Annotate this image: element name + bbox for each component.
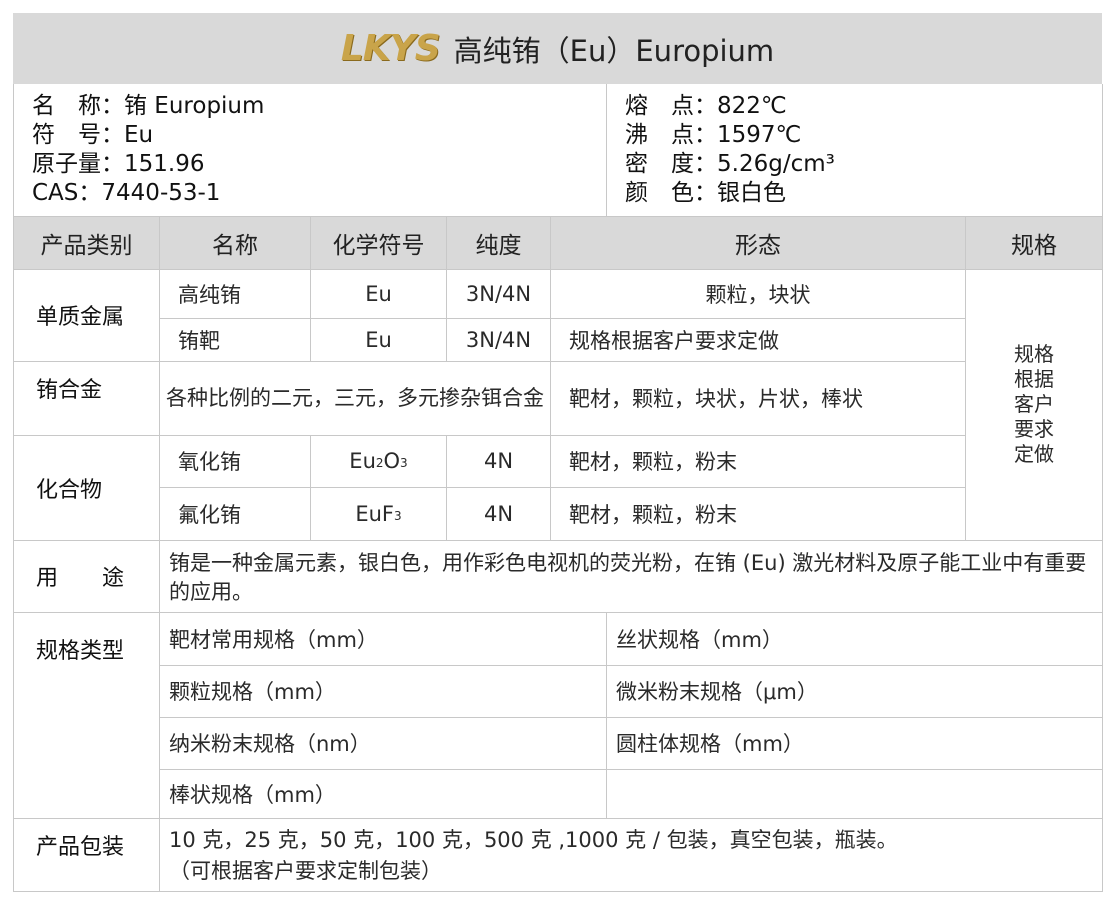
category-packaging: 产品包装	[13, 817, 160, 892]
spec-custom-note: 规格 根据 客户 要求 定做	[965, 268, 1104, 541]
spec-sheet: LKYS 高纯铕（Eu）Europium 名 称：铕 Europium 符 号：…	[0, 0, 1114, 908]
packaging-options: 10 克，25 克，50 克，100 克，500 克 ,1000 克 / 包装，…	[169, 827, 898, 852]
spec-type-item: 纳米粉末规格（nm）	[158, 716, 608, 770]
product-form-fluoride: 靶材，颗粒，粉末	[549, 486, 967, 541]
category-alloy: 铕合金	[13, 360, 160, 436]
product-purity-oxide: 4N	[446, 434, 551, 488]
category-usage: 用 途	[13, 539, 160, 613]
alloy-description: 各种比例的二元，三元，多元掺杂铒合金	[159, 360, 551, 436]
info-row-cas: CAS：7440-53-1	[32, 180, 221, 206]
product-name-high-purity-eu: 高纯铕	[159, 268, 311, 319]
header-symbol: 化学符号	[310, 215, 447, 270]
spec-type-item: 靶材常用规格（mm）	[158, 611, 608, 666]
product-name-fluoride: 氟化铕	[159, 486, 311, 541]
info-row-melting-point: 熔 点：822℃	[625, 93, 787, 119]
spec-type-item: 微米粉末规格（μm）	[606, 664, 1104, 718]
packaging-custom-note: （可根据客户要求定制包装）	[169, 858, 442, 883]
header-name: 名称	[159, 215, 311, 270]
header-form: 形态	[549, 215, 967, 270]
title-bar: LKYS 高纯铕（Eu）Europium	[13, 13, 1102, 84]
element-properties-right: 熔 点：822℃ 沸 点：1597℃ 密 度：5.26g/cm³ 颜 色：银白色	[606, 84, 1104, 217]
product-symbol-oxide: Eu2O3	[310, 434, 447, 488]
info-row-color: 颜 色：银白色	[625, 180, 787, 206]
product-symbol-high-purity-eu: Eu	[310, 268, 447, 319]
spec-type-item	[606, 768, 1104, 819]
info-row-density: 密 度：5.26g/cm³	[625, 151, 835, 177]
page-title: 高纯铕（Eu）Europium	[453, 33, 775, 68]
spec-type-item: 棒状规格（mm）	[158, 768, 608, 819]
product-name-eu-target: 铕靶	[159, 317, 311, 362]
product-symbol-eu-target: Eu	[310, 317, 447, 362]
header-category: 产品类别	[13, 215, 160, 270]
product-purity-high-purity-eu: 3N/4N	[446, 268, 551, 319]
header-spec: 规格	[965, 215, 1104, 270]
header-purity: 纯度	[446, 215, 551, 270]
info-row-atomic-weight: 原子量：151.96	[32, 151, 205, 177]
product-purity-fluoride: 4N	[446, 486, 551, 541]
product-form-high-purity-eu: 颗粒，块状	[549, 268, 967, 319]
info-row-boiling-point: 沸 点：1597℃	[625, 122, 802, 148]
brand-logo: LKYS	[340, 28, 441, 69]
category-compound: 化合物	[13, 434, 160, 541]
info-row-symbol: 符 号：Eu	[32, 122, 154, 148]
packaging-text: 10 克，25 克，50 克，100 克，500 克 ,1000 克 / 包装，…	[158, 817, 1104, 892]
product-symbol-fluoride: EuF3	[310, 486, 447, 541]
product-table: 名 称：铕 Europium 符 号：Eu 原子量：151.96 CAS：744…	[12, 84, 1104, 892]
product-purity-eu-target: 3N/4N	[446, 317, 551, 362]
usage-text: 铕是一种金属元素，银白色，用作彩色电视机的荧光粉，在铕 (Eu) 激光材料及原子…	[158, 539, 1104, 613]
alloy-form: 靶材，颗粒，块状，片状，棒状	[549, 360, 967, 436]
category-spec-types: 规格类型	[13, 611, 160, 819]
info-row-name: 名 称：铕 Europium	[32, 93, 265, 119]
product-form-oxide: 靶材，颗粒，粉末	[549, 434, 967, 488]
category-metal: 单质金属	[13, 268, 160, 362]
product-name-oxide: 氧化铕	[159, 434, 311, 488]
spec-type-item: 颗粒规格（mm）	[158, 664, 608, 718]
element-properties-left: 名 称：铕 Europium 符 号：Eu 原子量：151.96 CAS：744…	[12, 84, 608, 217]
product-form-eu-target: 规格根据客户要求定做	[549, 317, 967, 362]
spec-type-item: 圆柱体规格（mm）	[606, 716, 1104, 770]
spec-type-item: 丝状规格（mm）	[606, 611, 1104, 666]
